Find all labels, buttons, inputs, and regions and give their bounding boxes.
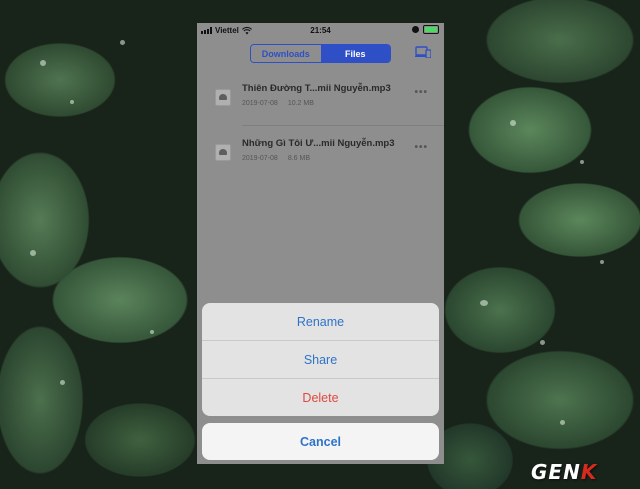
status-bar: Viettel 21:54 xyxy=(197,23,444,38)
share-button[interactable]: Share xyxy=(202,341,439,379)
file-size: 10.2 MB xyxy=(287,100,314,107)
file-name: Thiên Đường T...mii Nguyễn.mp3 xyxy=(242,83,391,94)
list-item[interactable]: Những Gì Tôi Ư...mii Nguyễn.mp3 2019-07-… xyxy=(197,124,444,180)
action-sheet: Rename Share Delete xyxy=(202,303,439,416)
list-item[interactable]: Thiên Đường T...mii Nguyễn.mp3 2019-07-0… xyxy=(197,69,444,125)
tab-files[interactable]: Files xyxy=(320,45,390,62)
more-icon[interactable]: ••• xyxy=(414,142,428,153)
status-time: 21:54 xyxy=(310,26,331,35)
watermark-logo: GENK xyxy=(531,460,598,484)
file-size: 8.6 MB xyxy=(287,155,310,162)
battery-icon xyxy=(423,25,439,34)
file-date: 2019-07-08 xyxy=(242,100,278,107)
file-icon xyxy=(215,144,231,161)
file-icon xyxy=(215,89,231,106)
phone-screen: Viettel 21:54 Downloads Files Thiên Đườn… xyxy=(197,23,444,464)
delete-button[interactable]: Delete xyxy=(202,379,439,416)
moon-icon xyxy=(412,26,419,33)
file-date: 2019-07-08 xyxy=(242,155,278,162)
devices-icon[interactable] xyxy=(415,46,431,58)
cancel-button[interactable]: Cancel xyxy=(202,423,439,460)
tab-downloads[interactable]: Downloads xyxy=(251,45,321,62)
file-name: Những Gì Tôi Ư...mii Nguyễn.mp3 xyxy=(242,138,395,149)
more-icon[interactable]: ••• xyxy=(414,87,428,98)
segmented-control: Downloads Files xyxy=(250,44,391,63)
rename-button[interactable]: Rename xyxy=(202,303,439,341)
